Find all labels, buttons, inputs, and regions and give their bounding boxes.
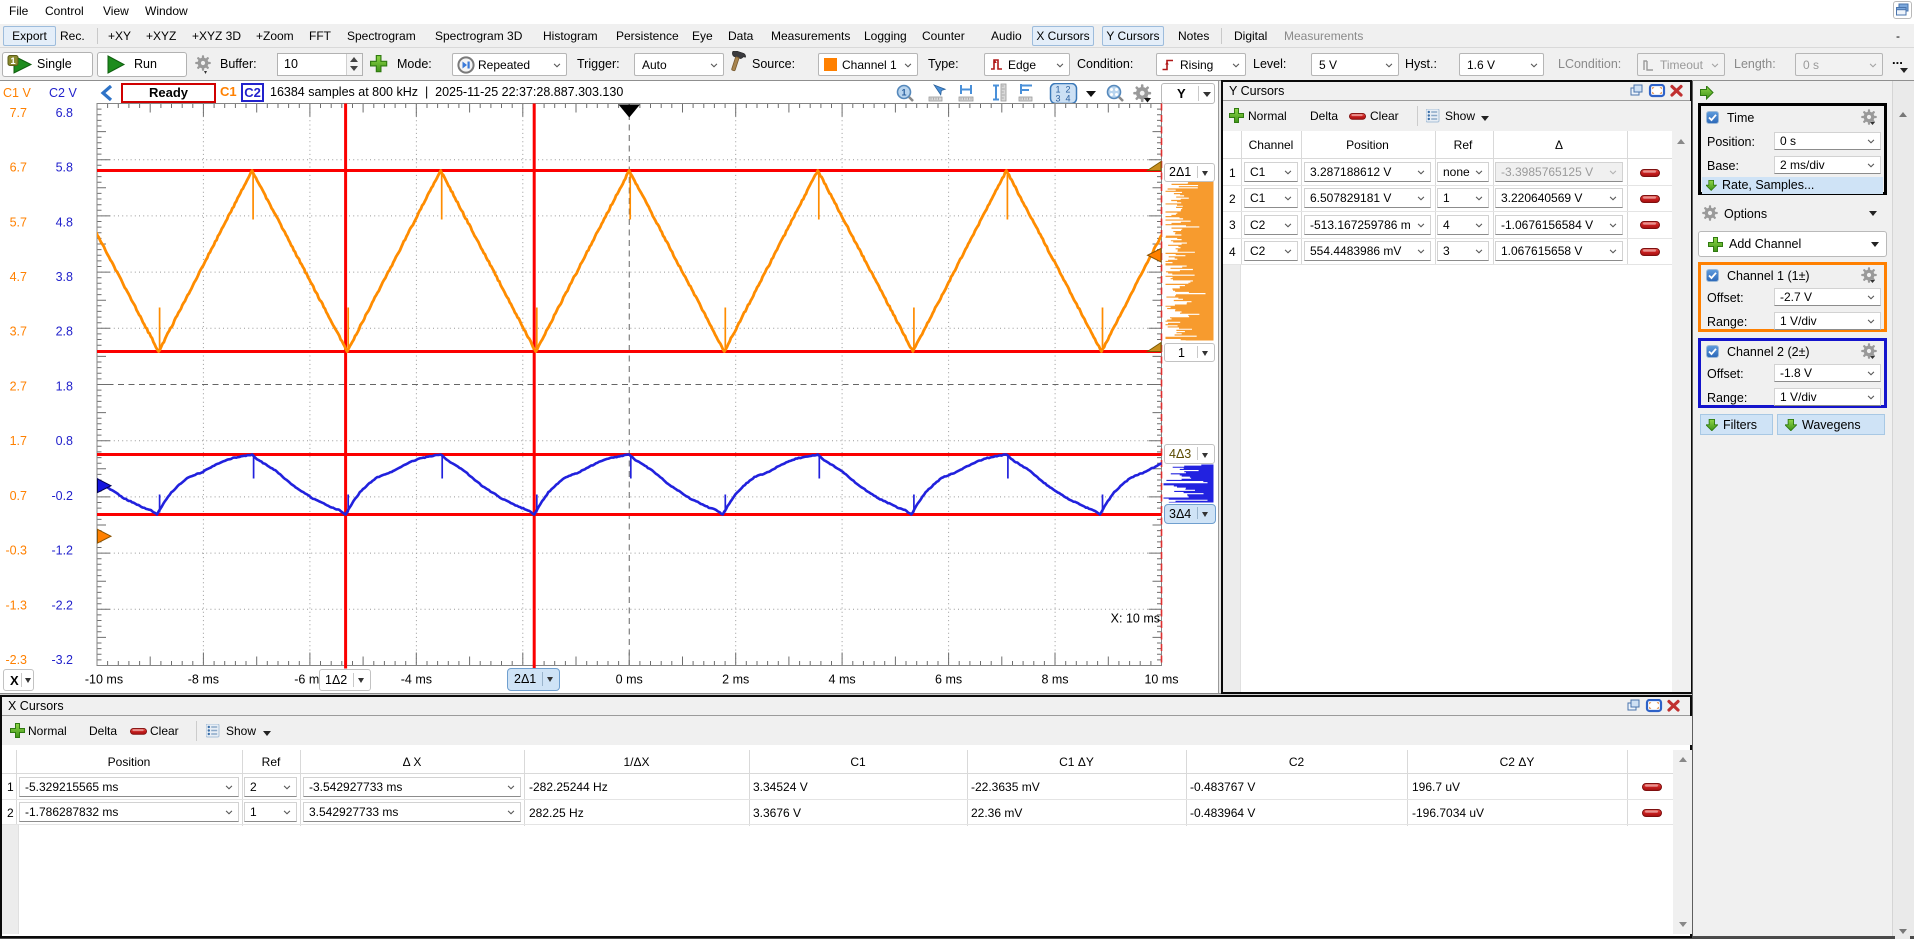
- svg-text:6 ms: 6 ms: [935, 673, 962, 687]
- svg-text:1.7: 1.7: [10, 434, 27, 448]
- svg-text:2 ms: 2 ms: [722, 673, 749, 687]
- svg-text:6.8: 6.8: [56, 106, 73, 120]
- svg-text:5.7: 5.7: [10, 215, 27, 229]
- svg-text:0 ms: 0 ms: [616, 673, 643, 687]
- svg-text:8 ms: 8 ms: [1041, 673, 1068, 687]
- svg-text:-8 ms: -8 ms: [188, 673, 219, 687]
- svg-text:1.8: 1.8: [56, 379, 73, 393]
- svg-text:7.7: 7.7: [10, 106, 27, 120]
- svg-text:6.7: 6.7: [10, 161, 27, 175]
- svg-text:1: 1: [10, 56, 16, 67]
- svg-text:-0.3: -0.3: [5, 544, 27, 558]
- svg-text:5.8: 5.8: [56, 161, 73, 175]
- svg-text:10 ms: 10 ms: [1144, 673, 1178, 687]
- svg-text:4.8: 4.8: [56, 215, 73, 229]
- svg-text:-1.2: -1.2: [51, 544, 73, 558]
- svg-text:0.8: 0.8: [56, 434, 73, 448]
- svg-text:X: 10 ms: X: 10 ms: [1111, 612, 1160, 626]
- svg-text:-1.3: -1.3: [5, 598, 27, 612]
- svg-text:4 ms: 4 ms: [829, 673, 856, 687]
- svg-text:-4 ms: -4 ms: [401, 673, 432, 687]
- svg-text:-2.3: -2.3: [5, 653, 27, 667]
- svg-text:-0.2: -0.2: [51, 489, 73, 503]
- svg-text:-3.2: -3.2: [51, 653, 73, 667]
- svg-text:4.7: 4.7: [10, 270, 27, 284]
- svg-text:2.8: 2.8: [56, 325, 73, 339]
- svg-text:0.7: 0.7: [10, 489, 27, 503]
- svg-text:-10 ms: -10 ms: [85, 673, 123, 687]
- svg-text:2.7: 2.7: [10, 379, 27, 393]
- svg-text:3.7: 3.7: [10, 325, 27, 339]
- svg-text:-2.2: -2.2: [51, 598, 73, 612]
- svg-text:3.8: 3.8: [56, 270, 73, 284]
